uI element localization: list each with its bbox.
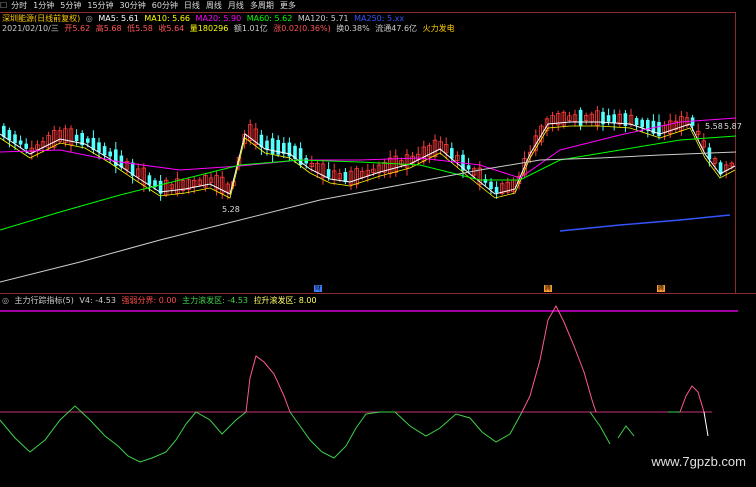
watermark: www.7gpzb.com <box>651 454 746 469</box>
indicator-green-line <box>617 425 635 439</box>
indicator-tail-line <box>703 411 709 437</box>
indicator-green-line <box>0 405 247 463</box>
indicator-chart[interactable] <box>0 0 756 487</box>
indicator-green-line <box>289 411 381 459</box>
indicator-pink-line <box>679 385 705 413</box>
indicator-pink-line <box>521 304 597 413</box>
indicator-pink-line <box>245 355 291 413</box>
indicator-green-line <box>589 411 611 445</box>
indicator-green-line <box>394 411 523 443</box>
